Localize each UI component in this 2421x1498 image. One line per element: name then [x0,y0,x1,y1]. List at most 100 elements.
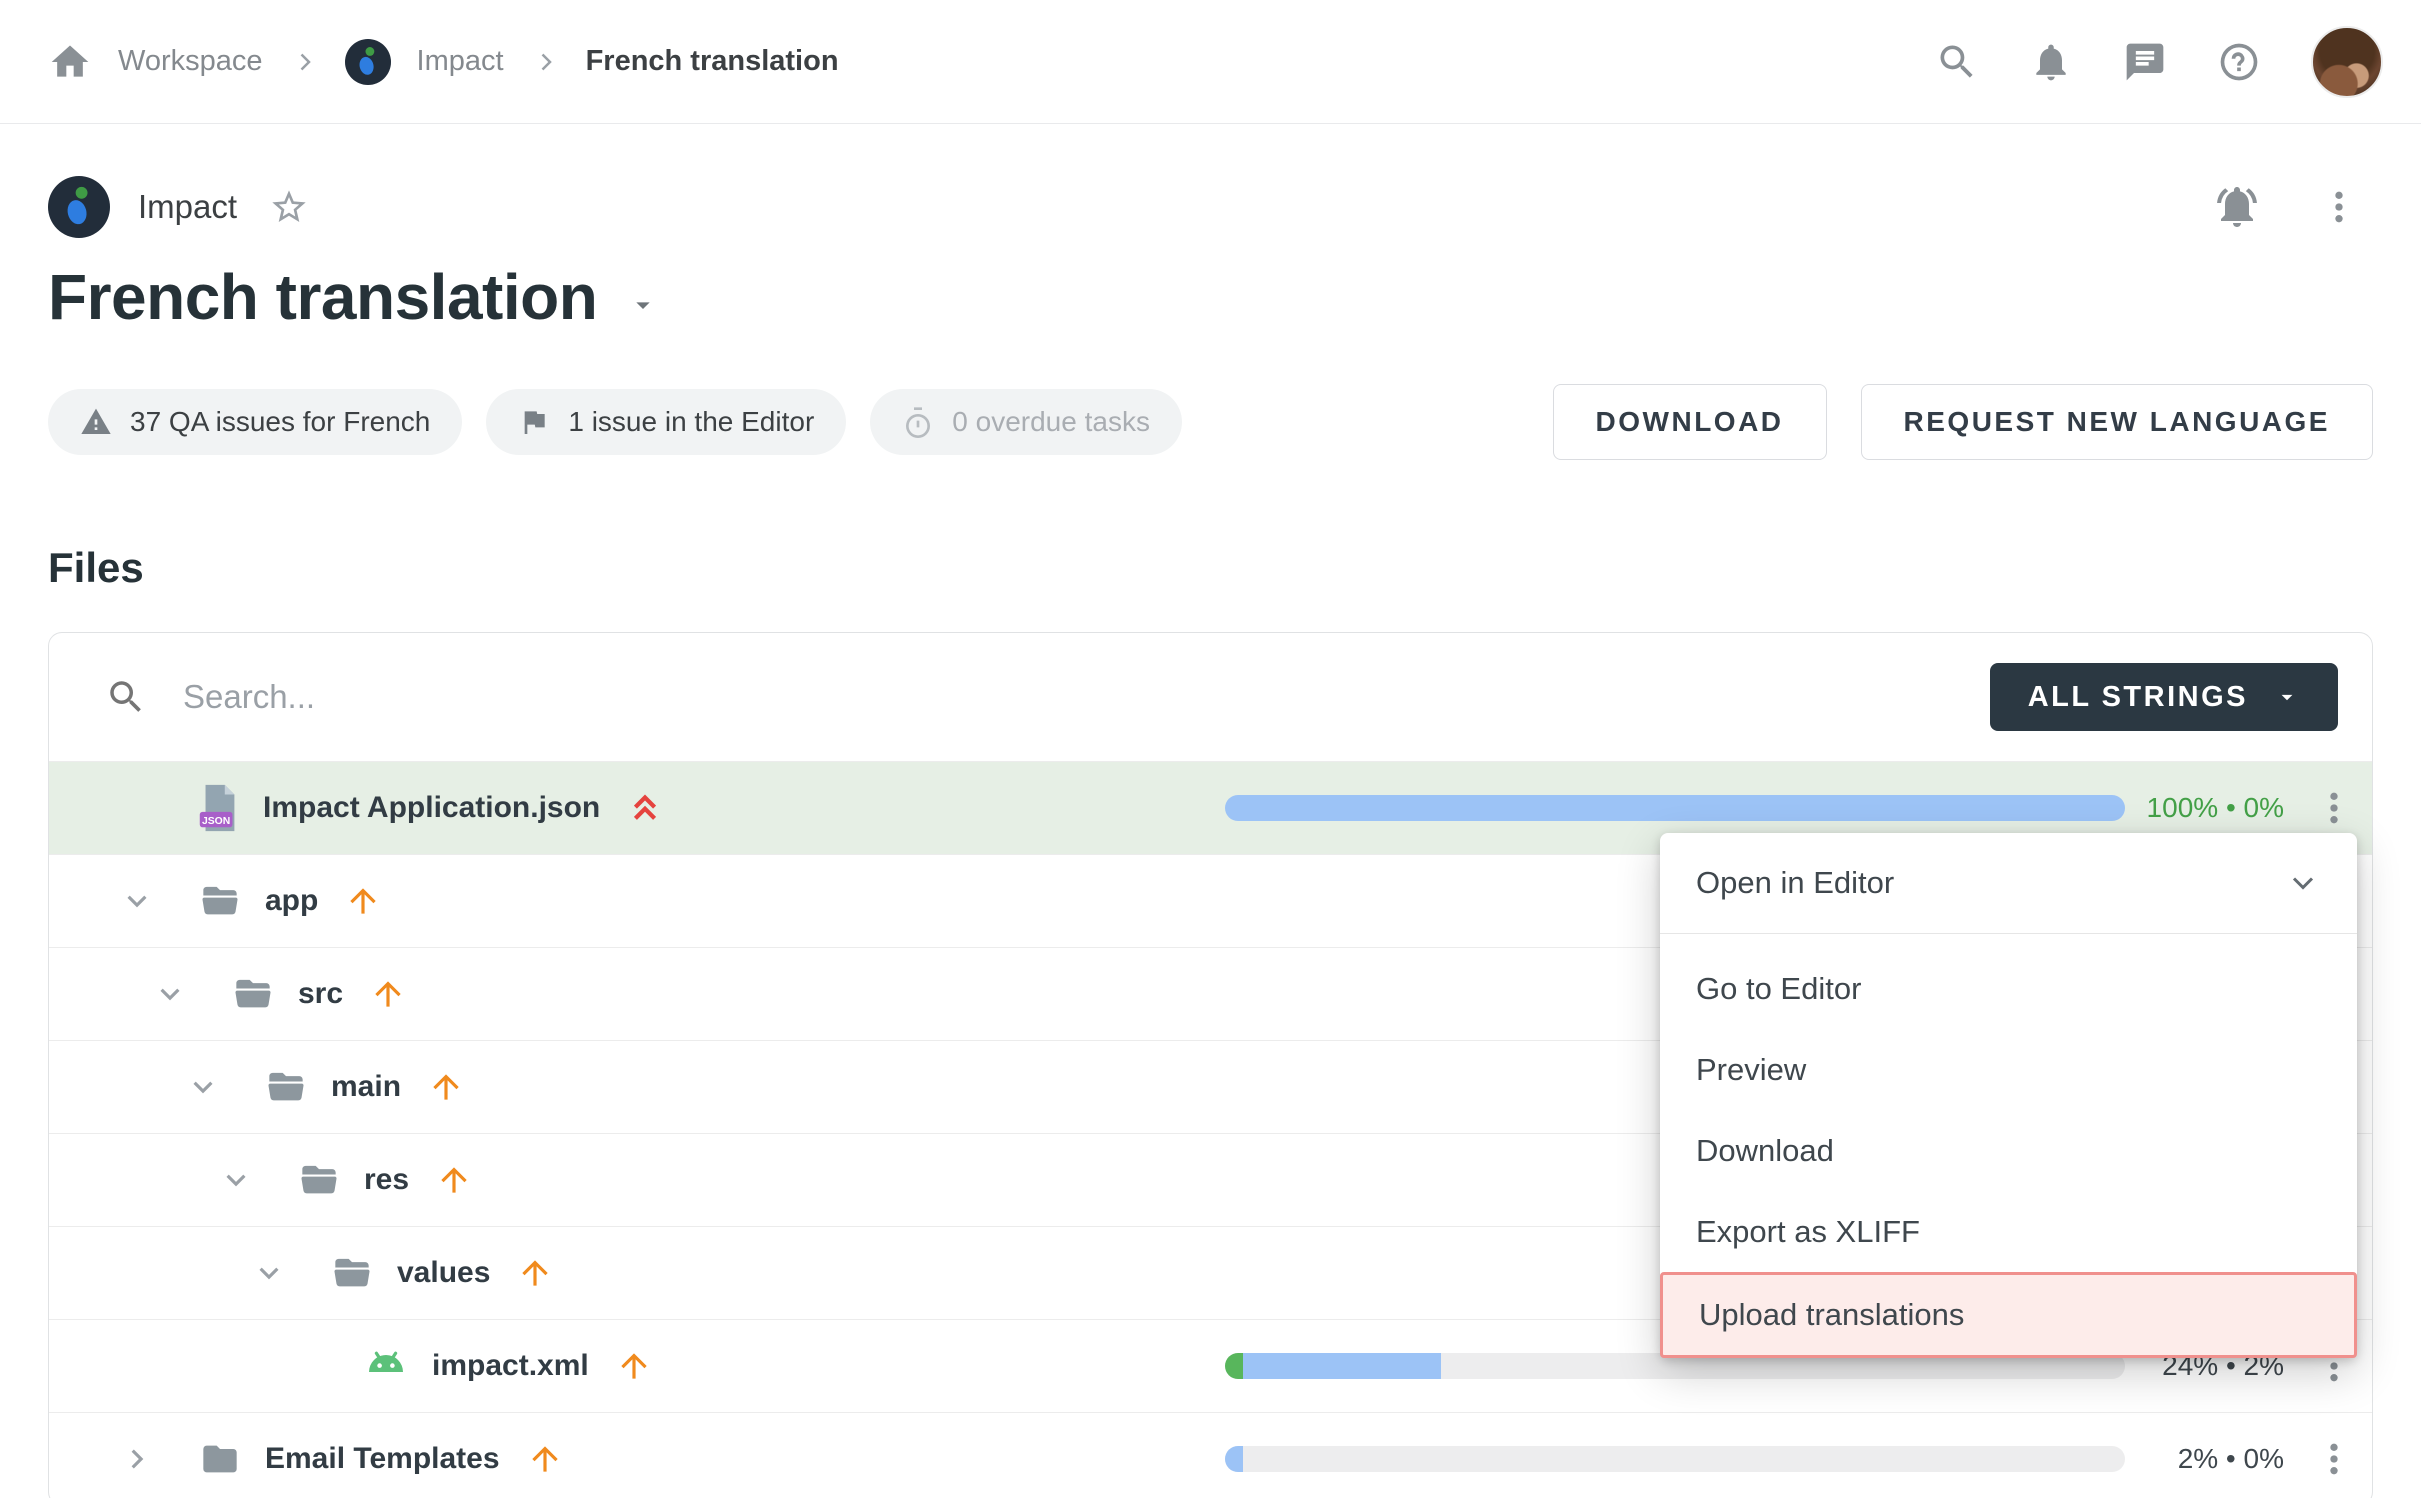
translation-project-page: Workspace Impact French translation Impa… [0,0,2421,1498]
notifications-bell-icon[interactable] [2029,40,2073,84]
chevron-down-icon [2285,865,2321,901]
overdue-tasks-chip[interactable]: 0 overdue tasks [870,389,1182,455]
folder-name: app [265,884,318,918]
favorite-star-icon[interactable] [269,187,309,227]
home-icon[interactable] [48,40,92,84]
file-name: Impact Application.json [263,791,600,825]
folder-icon [197,1439,243,1479]
menu-item-upload-translations[interactable]: Upload translations [1660,1272,2357,1358]
files-search-input[interactable] [181,677,2152,717]
breadcrumb-project[interactable]: Impact [417,45,504,78]
file-context-menu: Open in Editor Go to EditorPreviewDownlo… [1660,833,2357,1358]
upload-arrow-icon[interactable] [427,1068,465,1106]
high-priority-icon [626,789,664,827]
all-strings-filter-button[interactable]: ALL STRINGS [1990,663,2338,731]
breadcrumb-current-page: French translation [586,45,839,78]
expand-folder-icon[interactable] [97,1439,177,1479]
timer-icon [902,406,934,438]
header-buttons: DOWNLOAD REQUEST NEW LANGUAGE [1553,384,2373,460]
menu-item-go-to-editor[interactable]: Go to Editor [1660,948,2357,1029]
filter-label: ALL STRINGS [2028,681,2248,714]
project-logo-icon [48,176,110,238]
upload-arrow-icon[interactable] [615,1347,653,1385]
folder-open-icon [263,1067,309,1107]
folder-open-icon [230,974,276,1014]
menu-item-label: Open in Editor [1696,865,1894,901]
svg-text:JSON: JSON [202,816,230,827]
translated-progress-segment [1225,795,2125,821]
progress-bar [1225,1446,2125,1472]
folder-open-icon [296,1160,342,1200]
collapse-folder-icon[interactable] [196,1160,276,1200]
editor-issues-label: 1 issue in the Editor [568,406,814,438]
breadcrumb-workspace[interactable]: Workspace [118,45,263,78]
messages-icon[interactable] [2123,40,2167,84]
tree-indent-spacer [97,788,177,828]
menu-item-open-in-editor[interactable]: Open in Editor [1660,833,2357,933]
menu-item-preview[interactable]: Preview [1660,1029,2357,1110]
progress-percentages: 100% • 0% [2147,792,2284,824]
folder-open-icon [197,881,243,921]
folder-name: values [397,1256,490,1290]
status-and-actions-row: 37 QA issues for French 1 issue in the E… [48,384,2373,460]
file-name: impact.xml [432,1349,589,1383]
project-header: Impact [48,176,2373,238]
editor-issues-chip[interactable]: 1 issue in the Editor [486,389,846,455]
translated-progress-segment [1225,1446,1243,1472]
collapse-folder-icon[interactable] [163,1067,243,1107]
qa-issues-label: 37 QA issues for French [130,406,430,438]
breadcrumb: Workspace Impact French translation [48,39,839,85]
overdue-tasks-label: 0 overdue tasks [952,406,1150,438]
folder-name: main [331,1070,401,1104]
upload-arrow-icon[interactable] [516,1254,554,1292]
language-caret-down-icon[interactable] [627,289,659,321]
page-title-row: French translation [48,260,2373,334]
tree-indent-spacer [262,1346,342,1386]
folder-name: res [364,1163,409,1197]
folder-name: src [298,977,343,1011]
project-logo-icon [345,39,391,85]
upload-arrow-icon[interactable] [369,975,407,1013]
top-navbar: Workspace Impact French translation [0,0,2421,124]
request-new-language-button[interactable]: REQUEST NEW LANGUAGE [1861,384,2373,460]
collapse-folder-icon[interactable] [229,1253,309,1293]
help-icon[interactable] [2217,40,2261,84]
approved-progress-segment [1225,1353,1243,1379]
navbar-actions [1935,26,2383,98]
menu-item-export-as-xliff[interactable]: Export as XLIFF [1660,1191,2357,1272]
android-icon [362,1342,410,1390]
project-header-actions [2213,183,2373,231]
caret-down-icon [2274,684,2300,710]
warning-icon [80,406,112,438]
page-title: French translation [48,260,597,334]
translated-progress-segment [1243,1353,1441,1379]
chevron-right-icon [289,47,319,77]
menu-item-download[interactable]: Download [1660,1110,2357,1191]
qa-issues-chip[interactable]: 37 QA issues for French [48,389,462,455]
files-heading: Files [48,544,2373,592]
collapse-folder-icon[interactable] [97,881,177,921]
flag-icon [518,406,550,438]
json-icon: JSON [197,783,241,833]
project-name[interactable]: Impact [138,188,237,226]
search-icon[interactable] [1935,40,1979,84]
progress-bar [1225,795,2125,821]
collapse-folder-icon[interactable] [130,974,210,1014]
menu-items-group: Go to EditorPreviewDownloadExport as XLI… [1660,934,2357,1358]
download-button[interactable]: DOWNLOAD [1553,384,1827,460]
project-notifications-icon[interactable] [2213,183,2261,231]
files-toolbar: ALL STRINGS [49,633,2372,761]
chevron-right-icon [530,47,560,77]
user-avatar[interactable] [2311,26,2383,98]
upload-arrow-icon[interactable] [344,882,382,920]
search-icon [105,676,147,718]
row-kebab-menu-icon[interactable] [2312,786,2356,830]
project-kebab-menu-icon[interactable] [2319,187,2359,227]
folder-name: Email Templates [265,1442,500,1476]
progress-percentages: 2% • 0% [2178,1443,2284,1475]
upload-arrow-icon[interactable] [435,1161,473,1199]
upload-arrow-icon[interactable] [526,1440,564,1478]
folder-row[interactable]: Email Templates 2% • 0% [49,1412,2372,1498]
folder-open-icon [329,1253,375,1293]
row-kebab-menu-icon[interactable] [2312,1437,2356,1481]
